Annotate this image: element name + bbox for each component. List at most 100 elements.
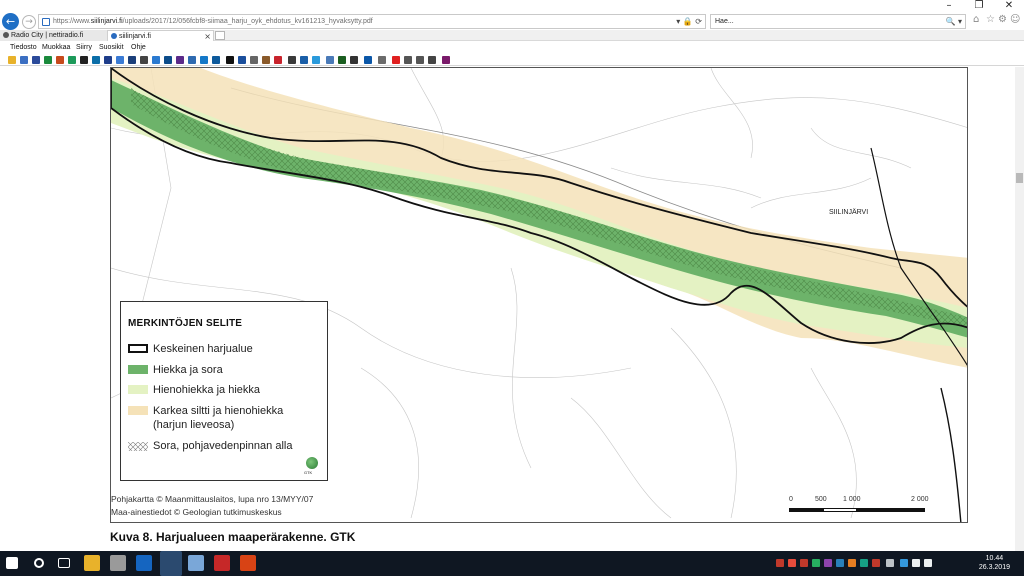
fav-link-icon[interactable] — [116, 56, 124, 64]
fav-link-icon[interactable] — [200, 56, 208, 64]
minimize-button[interactable]: – — [934, 0, 964, 12]
youtube-icon[interactable] — [392, 56, 400, 64]
menu-go[interactable]: Siirry — [76, 42, 92, 53]
menu-favorites[interactable]: Suosikit — [99, 42, 124, 53]
action-center-icon[interactable] — [924, 559, 932, 567]
tray-icon[interactable] — [776, 559, 784, 567]
music-note-icon[interactable] — [416, 56, 424, 64]
tray-icon[interactable] — [848, 559, 856, 567]
home-icon[interactable]: ⌂ — [973, 14, 979, 25]
fav-link-icon[interactable] — [32, 56, 40, 64]
fav-link-icon[interactable] — [238, 56, 246, 64]
fav-link-icon[interactable] — [326, 56, 334, 64]
tray-icon[interactable] — [872, 559, 880, 567]
tray-icon[interactable] — [900, 559, 908, 567]
fav-link-icon[interactable] — [152, 56, 160, 64]
fav-link-icon[interactable] — [140, 56, 148, 64]
tray-icon[interactable] — [812, 559, 820, 567]
fine-sand-swatch — [128, 385, 148, 394]
close-button[interactable]: ✕ — [994, 0, 1024, 12]
tray-icon[interactable] — [788, 559, 796, 567]
crosshatch-swatch — [128, 441, 148, 451]
vertical-scrollbar[interactable] — [1015, 67, 1024, 551]
legend-label: Karkea siltti ja hienohiekka — [153, 405, 284, 417]
powerpoint-icon[interactable] — [240, 555, 256, 571]
search-icon[interactable] — [34, 558, 44, 568]
favorites-star-icon[interactable]: ☆ — [986, 14, 995, 25]
fav-link-icon[interactable] — [226, 56, 234, 64]
search-icon[interactable]: 🔍 ▾ — [945, 16, 962, 28]
tray-icon[interactable] — [860, 559, 868, 567]
sand-gravel-swatch — [128, 365, 148, 374]
tray-icon[interactable] — [824, 559, 832, 567]
fav-link-icon[interactable] — [378, 56, 386, 64]
fav-link-icon[interactable] — [274, 56, 282, 64]
tray-icon[interactable] — [800, 559, 808, 567]
fav-link-icon[interactable] — [104, 56, 112, 64]
fav-link-icon[interactable] — [428, 56, 436, 64]
restore-button[interactable]: ❐ — [964, 0, 994, 12]
windows-start-icon[interactable] — [6, 557, 18, 569]
settings-gear-icon[interactable]: ⚙ — [998, 14, 1007, 25]
pdf-viewer[interactable]: SIILINJÄRVI MERKINTÖJEN SELITE Keskeinen… — [0, 67, 1024, 551]
fav-link-icon[interactable] — [176, 56, 184, 64]
fav-link-icon[interactable] — [20, 56, 28, 64]
calculator-icon[interactable] — [110, 555, 126, 571]
fav-link-icon[interactable] — [312, 56, 320, 64]
url-tools[interactable]: ▾ 🔒 ⟳ — [676, 16, 702, 28]
internet-explorer-icon[interactable] — [160, 551, 182, 576]
legend-label: Sora, pohjavedenpinnan alla — [153, 440, 293, 452]
file-explorer-icon[interactable] — [84, 555, 100, 571]
tray-icon[interactable] — [836, 559, 844, 567]
music-note-icon[interactable] — [404, 56, 412, 64]
fav-link-icon[interactable] — [262, 56, 270, 64]
back-button[interactable]: ← — [2, 13, 19, 30]
fav-link-icon[interactable] — [350, 56, 358, 64]
fav-link-icon[interactable] — [164, 56, 172, 64]
fav-link-icon[interactable] — [56, 56, 64, 64]
fav-link-icon[interactable] — [80, 56, 88, 64]
folder-icon[interactable] — [188, 555, 204, 571]
scrollbar-thumb[interactable] — [1016, 173, 1023, 183]
smiley-feedback-icon[interactable]: ☺ — [1010, 14, 1020, 25]
page-icon — [42, 18, 50, 26]
fav-link-icon[interactable] — [442, 56, 450, 64]
taskbar: 10.44 26.3.2019 — [0, 551, 1024, 576]
favorites-star-icon[interactable] — [8, 56, 16, 64]
url-field[interactable]: https://www.siilinjarvi.fi/uploads/2017/… — [38, 14, 706, 29]
task-view-icon[interactable] — [58, 558, 70, 568]
fav-link-icon[interactable] — [44, 56, 52, 64]
clock-time: 10.44 — [985, 555, 1004, 562]
network-icon[interactable] — [886, 559, 894, 567]
new-tab-button[interactable] — [215, 31, 225, 40]
taskbar-clock[interactable]: 10.44 26.3.2019 — [979, 554, 1010, 572]
fav-link-icon[interactable] — [300, 56, 308, 64]
fav-link-icon[interactable] — [338, 56, 346, 64]
url-text: https://www.siilinjarvi.fi/uploads/2017/… — [53, 18, 373, 25]
menu-edit[interactable]: Muokkaa — [42, 42, 70, 53]
fav-link-icon[interactable] — [92, 56, 100, 64]
ie-tab-icon — [111, 33, 117, 39]
fav-link-icon[interactable] — [188, 56, 196, 64]
tab-close-icon[interactable]: × — [204, 31, 211, 41]
search-input[interactable]: Hae... 🔍 ▾ — [710, 14, 966, 29]
forward-button[interactable]: → — [22, 15, 36, 29]
fav-link-icon[interactable] — [364, 56, 372, 64]
menu-file[interactable]: Tiedosto — [10, 42, 37, 53]
volume-icon[interactable] — [912, 559, 920, 567]
outline-swatch — [128, 344, 148, 353]
fav-link-icon[interactable] — [68, 56, 76, 64]
fav-link-icon[interactable] — [212, 56, 220, 64]
scale-tick: 500 — [815, 496, 827, 503]
menu-help[interactable]: Ohje — [131, 42, 146, 53]
tab-siilinjarvi[interactable]: siilinjarvi.fi × — [107, 30, 214, 41]
tab-label: Radio City | nettiradio.fi — [11, 32, 84, 39]
acrobat-icon[interactable] — [214, 555, 230, 571]
map-legend: MERKINTÖJEN SELITE Keskeinen harjualue H… — [120, 301, 328, 481]
tab-radio-city[interactable]: Radio City | nettiradio.fi — [0, 30, 107, 41]
fav-link-icon[interactable] — [250, 56, 258, 64]
outlook-icon[interactable] — [136, 555, 152, 571]
fav-link-icon[interactable] — [288, 56, 296, 64]
fav-link-icon[interactable] — [128, 56, 136, 64]
gtk-logo-text: GTK — [304, 470, 313, 475]
